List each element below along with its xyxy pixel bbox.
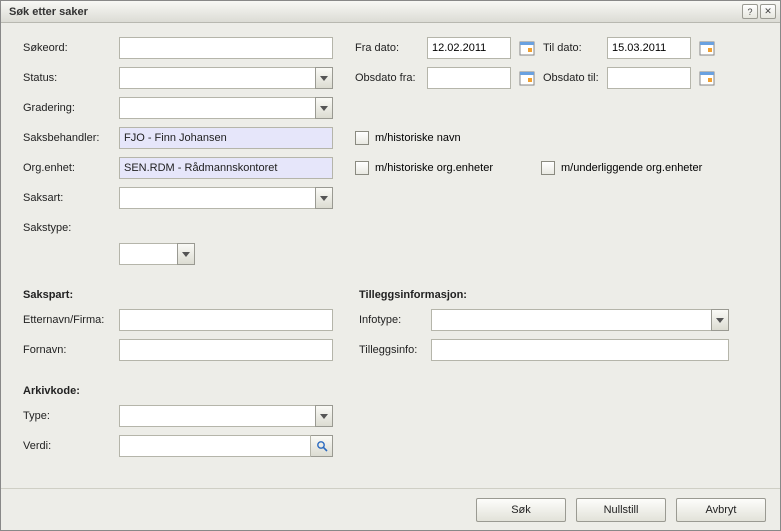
label-tilleggsinfo: Tilleggsinfo: xyxy=(359,344,431,356)
label-sakstype: Sakstype: xyxy=(23,222,119,234)
infotype-dropdown-icon[interactable] xyxy=(711,309,729,331)
label-munderorg: m/underliggende org.enheter xyxy=(561,162,702,174)
label-obsdatotil: Obsdato til: xyxy=(543,72,607,84)
sakspart-heading: Sakspart: xyxy=(23,289,343,301)
infotype-combo[interactable] xyxy=(431,309,729,331)
label-verdi: Verdi: xyxy=(23,440,119,452)
tillegg-heading: Tilleggsinformasjon: xyxy=(359,289,758,301)
mhistnavn-checkbox[interactable] xyxy=(355,131,369,145)
infotype-input[interactable] xyxy=(431,309,711,331)
obsdatofra-calendar-icon[interactable] xyxy=(517,68,537,88)
obsdatofra-input[interactable] xyxy=(427,67,511,89)
etternavn-input[interactable] xyxy=(119,309,333,331)
label-status: Status: xyxy=(23,72,119,84)
label-type: Type: xyxy=(23,410,119,422)
label-obsdatofra: Obsdato fra: xyxy=(355,72,427,84)
label-mhistorg: m/historiske org.enheter xyxy=(375,162,493,174)
verdi-input[interactable] xyxy=(119,435,311,457)
label-saksbehandler: Saksbehandler: xyxy=(23,132,119,144)
sok-button[interactable]: Søk xyxy=(476,498,566,522)
tildato-calendar-icon[interactable] xyxy=(697,38,717,58)
sokeord-input[interactable] xyxy=(119,37,333,59)
obsdatotil-input[interactable] xyxy=(607,67,691,89)
munderorg-checkbox[interactable] xyxy=(541,161,555,175)
saksart-combo[interactable] xyxy=(119,187,333,209)
window-title: Søk etter saker xyxy=(9,6,740,18)
dialog-body: Søkeord: Fra dato: 12.02.2011 Til dato: … xyxy=(1,23,780,488)
fradato-calendar-icon[interactable] xyxy=(517,38,537,58)
titlebar: Søk etter saker ? ✕ xyxy=(1,1,780,23)
label-etternavn: Etternavn/Firma: xyxy=(23,314,119,326)
avbryt-button[interactable]: Avbryt xyxy=(676,498,766,522)
obsdatotil-calendar-icon[interactable] xyxy=(697,68,717,88)
orgenhet-input[interactable]: SEN.RDM - Rådmannskontoret xyxy=(119,157,333,179)
saksart-dropdown-icon[interactable] xyxy=(315,187,333,209)
nullstill-button[interactable]: Nullstill xyxy=(576,498,666,522)
verdi-search-icon[interactable] xyxy=(311,435,333,457)
tildato-input[interactable]: 15.03.2011 xyxy=(607,37,691,59)
arkivkode-heading: Arkivkode: xyxy=(23,385,758,397)
type-input[interactable] xyxy=(119,405,315,427)
label-gradering: Gradering: xyxy=(23,102,119,114)
tilleggsinfo-input[interactable] xyxy=(431,339,729,361)
label-fradato: Fra dato: xyxy=(355,42,427,54)
sakstype-dropdown-icon[interactable] xyxy=(177,243,195,265)
label-orgenhet: Org.enhet: xyxy=(23,162,119,174)
mhistorg-checkbox[interactable] xyxy=(355,161,369,175)
saksart-input[interactable] xyxy=(119,187,315,209)
close-button[interactable]: ✕ xyxy=(760,4,776,19)
status-dropdown-icon[interactable] xyxy=(315,67,333,89)
type-combo[interactable] xyxy=(119,405,333,427)
gradering-dropdown-icon[interactable] xyxy=(315,97,333,119)
label-sokeord: Søkeord: xyxy=(23,42,119,54)
dialog-footer: Søk Nullstill Avbryt xyxy=(1,488,780,530)
gradering-combo[interactable] xyxy=(119,97,333,119)
sakstype-combo[interactable] xyxy=(23,243,195,265)
fradato-input[interactable]: 12.02.2011 xyxy=(427,37,511,59)
label-mhistnavn: m/historiske navn xyxy=(375,132,461,144)
saksbehandler-input[interactable]: FJO - Finn Johansen xyxy=(119,127,333,149)
gradering-input[interactable] xyxy=(119,97,315,119)
type-dropdown-icon[interactable] xyxy=(315,405,333,427)
label-fornavn: Fornavn: xyxy=(23,344,119,356)
label-tildato: Til dato: xyxy=(543,42,607,54)
label-infotype: Infotype: xyxy=(359,314,431,326)
sakstype-input[interactable] xyxy=(119,243,177,265)
status-combo[interactable] xyxy=(119,67,333,89)
help-button[interactable]: ? xyxy=(742,4,758,19)
label-saksart: Saksart: xyxy=(23,192,119,204)
fornavn-input[interactable] xyxy=(119,339,333,361)
dialog-window: Søk etter saker ? ✕ Søkeord: Fra dato: 1… xyxy=(0,0,781,531)
status-input[interactable] xyxy=(119,67,315,89)
